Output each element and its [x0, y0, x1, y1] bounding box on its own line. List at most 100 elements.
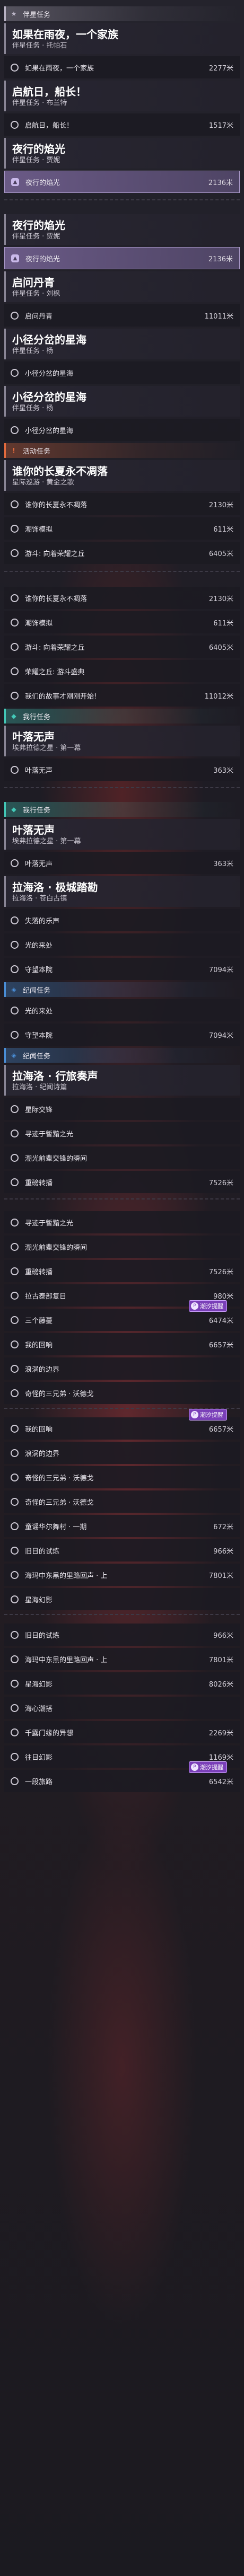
quest-step[interactable]: 潮饰模拟 611米 [4, 611, 240, 633]
quest-step[interactable]: 光的来处 [4, 999, 240, 1021]
quest-step[interactable]: 光的来处 [4, 933, 240, 956]
quest-step[interactable]: 千露门缘的异想 2269米 [4, 1721, 240, 1743]
quest-list[interactable]: ★ 伴星任务如果在雨夜，一个家族 伴星任务 · 托帕石 如果在雨夜，一个家族 2277米… [4, 4, 240, 2572]
quest-step-name: 一段旅路 [25, 1778, 53, 1786]
distance-label: 2269米 [208, 1729, 233, 1737]
quest-step[interactable]: 如果在雨夜，一个家族 2277米 [4, 56, 240, 78]
distance-label: 6474米 [208, 1317, 233, 1325]
quest-step[interactable]: 浪涡的边界 [4, 1357, 240, 1380]
locate-icon: ▲ [11, 178, 19, 186]
quest-step[interactable]: 启航日，船长！ 1517米 [4, 113, 240, 136]
quest-step[interactable]: 失落的乐声 [4, 909, 240, 931]
quest-step[interactable]: 寻迹于暂黯之光 [4, 1211, 240, 1233]
quest-title: 叶落无声 [12, 730, 55, 743]
quest-card[interactable]: 夜行的焰光 伴星任务 · 贾妮 [4, 214, 240, 245]
path-icon: ◆ [11, 712, 16, 720]
quest-step[interactable]: 潮光前辈交锋的瞬间 [4, 1146, 240, 1169]
tide-reminder-badge: P 潮汐提醒 [189, 1761, 227, 1773]
quest-step[interactable]: 小径分岔的星海 [4, 419, 240, 441]
quest-step[interactable]: 启问丹青 11011米 [4, 304, 240, 327]
quest-step[interactable]: 星际交锋 [4, 1098, 240, 1120]
quest-card[interactable]: 小径分岔的星海 伴星任务 · 杨 [4, 329, 240, 359]
quest-step[interactable]: 浪涡的边界 [4, 1442, 240, 1464]
quest-card[interactable]: 拉海洛 · 极城踏勘 拉海洛 · 苍白古镇 [4, 876, 240, 907]
quest-subtitle: 埃弗拉德之星 · 第一幕 [12, 744, 81, 752]
circle-icon [11, 524, 19, 533]
quest-step[interactable]: 我的回响 6657米 [4, 1333, 240, 1355]
quest-card[interactable]: 启问丹青 伴星任务 · 刘枫 [4, 271, 240, 302]
quest-step[interactable]: 守望本院 7094米 [4, 1024, 240, 1046]
quest-subtitle: 伴星任务 · 托帕石 [12, 42, 67, 50]
quest-step[interactable]: 重磅转播 7526米 [4, 1260, 240, 1282]
quest-card[interactable]: 拉海洛 · 行旅奏声 拉海洛 · 纪闻诗篇 [4, 1065, 240, 1096]
quest-step[interactable]: 海玛中东黑的里路回声 · 上 7801米 [4, 1564, 240, 1586]
quest-title: 拉海洛 · 极城踏勘 [12, 881, 98, 894]
quest-step[interactable]: 寻迹于暂黯之光 [4, 1122, 240, 1144]
quest-step[interactable]: 谁你的长夏永不凋落 2130米 [4, 493, 240, 515]
quest-step[interactable]: 叶落无声 363米 [4, 852, 240, 874]
quest-step[interactable]: 星海幻影 8026米 [4, 1672, 240, 1695]
quest-step[interactable]: 荣耀之丘: 游斗盛典 [4, 660, 240, 682]
pin-icon: P [191, 1302, 198, 1310]
star-icon: ★ [11, 10, 17, 17]
quest-step-name: 守望本院 [25, 1031, 53, 1040]
quest-step[interactable]: 潮饰模拟 611米 [4, 517, 240, 540]
quest-step-name: 星海幻影 [25, 1596, 53, 1604]
quest-step[interactable]: 三个藤蔓 6474米 P 潮汐提醒 [4, 1300, 240, 1331]
quest-step-name: 寻迹于暂黯之光 [25, 1219, 74, 1228]
quest-step[interactable]: 海心潮搭 [4, 1697, 240, 1719]
quest-step[interactable]: 海玛中东黑的里路回声 · 上 7801米 [4, 1648, 240, 1670]
section-header-path[interactable]: ◆ 我行任务 [4, 802, 240, 817]
quest-step[interactable]: ▲ 夜行的焰光 2136米 [4, 247, 240, 269]
path-icon: ◆ [11, 806, 16, 813]
quest-card[interactable]: 如果在雨夜，一个家族 伴星任务 · 托帕石 [4, 23, 240, 54]
distance-label: 7801米 [208, 1656, 233, 1664]
quest-step[interactable]: 谁你的长夏永不凋落 2130米 [4, 587, 240, 609]
quest-step-name: 旧日的试炼 [25, 1631, 60, 1640]
quest-step[interactable]: 奇怪的三兄弟 · 沃德戈 [4, 1466, 240, 1488]
quest-step[interactable]: 旧日的试炼 966米 [4, 1539, 240, 1562]
quest-step[interactable]: 叶落无声 363米 [4, 758, 240, 781]
separator [4, 571, 240, 585]
quest-step[interactable]: 我们的故事才刚刚开始! 11012米 [4, 684, 240, 707]
quest-card[interactable]: 叶落无声 埃弗拉德之星 · 第一幕 [4, 819, 240, 850]
quest-step[interactable]: 小径分岔的星海 [4, 361, 240, 384]
quest-card[interactable]: 夜行的焰光 伴星任务 · 贾妮 [4, 138, 240, 169]
quest-step[interactable]: 潮光前辈交锋的瞬间 [4, 1236, 240, 1258]
quest-step-name: 叶落无声 [25, 860, 53, 868]
quest-step[interactable]: 童谣华尔舞村 · 一期 672米 [4, 1515, 240, 1537]
section-header-record[interactable]: ◈ 纪闻任务 [4, 1048, 240, 1063]
circle-icon [11, 594, 19, 602]
distance-label: 611米 [213, 525, 233, 534]
quest-step[interactable]: 重磅转播 7526米 [4, 1171, 240, 1193]
quest-card[interactable]: 小径分岔的星海 伴星任务 · 杨 [4, 386, 240, 417]
quest-title: 夜行的焰光 [12, 143, 65, 155]
section-header-event[interactable]: ! 活动任务 [4, 443, 240, 458]
section-header-companion[interactable]: ★ 伴星任务 [4, 6, 240, 21]
quest-card[interactable]: 谁你的长夏永不凋落 星际巡游 · 黄金之歌 [4, 460, 240, 491]
circle-icon [11, 691, 19, 700]
quest-step[interactable]: 我的回响 6657米 P 潮汐提醒 [4, 1409, 240, 1440]
quest-step[interactable]: 奇怪的三兄弟 · 沃德戈 [4, 1490, 240, 1513]
quest-step[interactable]: 星海幻影 [4, 1588, 240, 1610]
distance-label: 6657米 [208, 1341, 233, 1349]
section-header-record[interactable]: ◈ 纪闻任务 [4, 982, 240, 997]
circle-icon [11, 549, 19, 557]
quest-step[interactable]: 游斗: 向着荣耀之丘 6405米 [4, 542, 240, 564]
quest-step[interactable]: 守望本院 7094米 [4, 958, 240, 980]
quest-step[interactable]: 旧日的试炼 966米 [4, 1624, 240, 1646]
quest-step[interactable]: 奇怪的三兄弟 · 沃德戈 [4, 1382, 240, 1404]
quest-card[interactable]: 叶落无声 埃弗拉德之星 · 第一幕 [4, 726, 240, 756]
quest-step-name: 奇怪的三兄弟 · 沃德戈 [25, 1498, 94, 1507]
quest-card[interactable]: 启航日，船长！ 伴星任务 · 布兰特 [4, 81, 240, 111]
section-label: 纪闻任务 [23, 986, 51, 995]
quest-step[interactable]: 一段旅路 6542米 P 潮汐提醒 [4, 1761, 240, 1792]
circle-icon [11, 1777, 19, 1785]
circle-icon [11, 765, 19, 774]
quest-step[interactable]: ▲ 夜行的焰光 2136米 [4, 171, 240, 193]
quest-step-name: 潮光前辈交锋的瞬间 [25, 1154, 88, 1163]
quest-step[interactable]: 游斗: 向着荣耀之丘 6405米 [4, 636, 240, 658]
section-label: 我行任务 [23, 713, 51, 721]
section-header-path[interactable]: ◆ 我行任务 [4, 709, 240, 724]
circle-icon [11, 1105, 19, 1113]
